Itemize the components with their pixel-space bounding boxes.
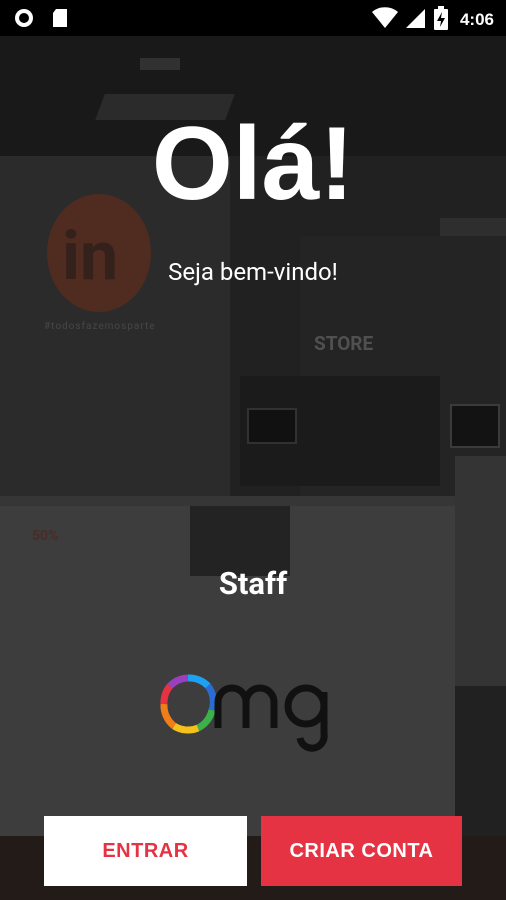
circle-record-icon <box>14 8 34 32</box>
sd-card-icon <box>52 8 68 32</box>
role-label: Staff <box>218 565 288 602</box>
clock-time: 4:06 <box>459 10 494 29</box>
welcome-title: Olá! <box>151 106 355 222</box>
status-bar: 4:06 <box>0 0 506 36</box>
battery-charging-icon <box>433 6 448 34</box>
welcome-subtitle: Seja bem-vindo! <box>168 258 338 286</box>
wifi-icon <box>371 7 398 33</box>
omg-logo <box>160 672 350 752</box>
login-button[interactable]: ENTRAR <box>44 816 247 886</box>
create-account-button[interactable]: CRIAR CONTA <box>261 816 462 886</box>
signal-icon <box>405 7 426 33</box>
